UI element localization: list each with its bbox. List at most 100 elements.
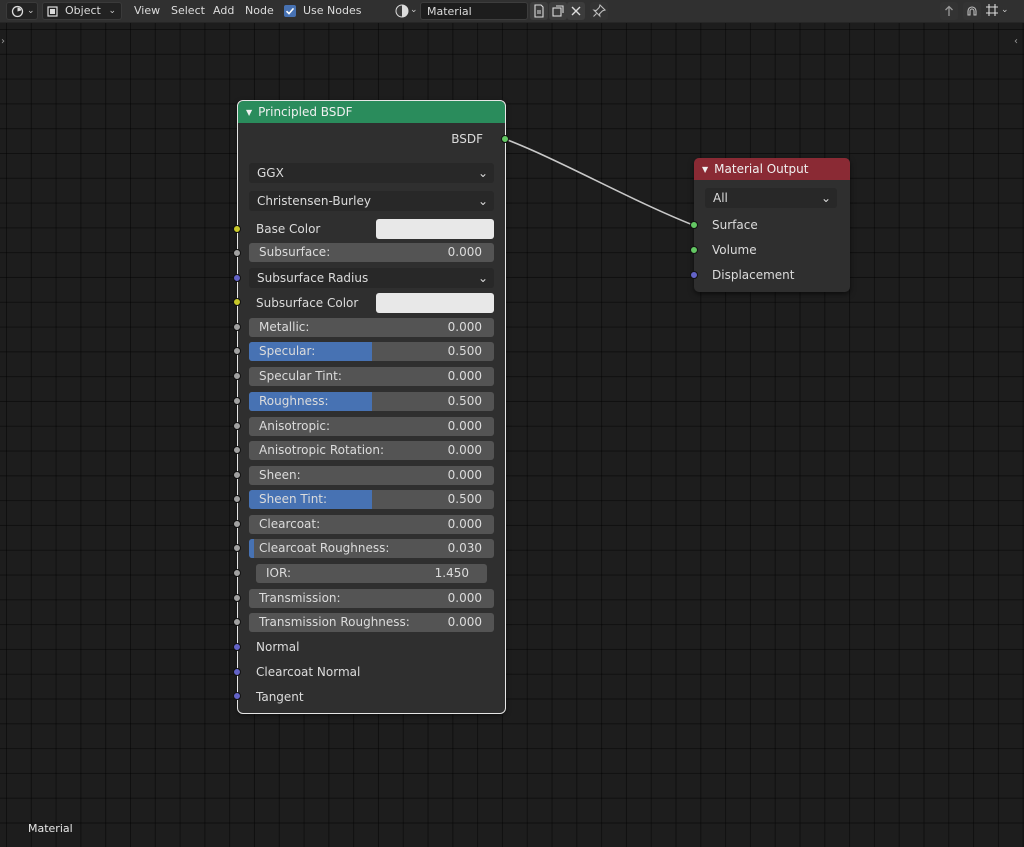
slider-value: 0.000 [447,369,482,383]
surface-input-socket[interactable] [690,221,698,229]
chevron-down-icon: ⌄ [477,194,488,208]
subsurface-color-label: Subsurface Color [256,296,359,310]
chevron-down-icon: ⌄ [410,5,418,15]
base-color-input-socket[interactable] [233,225,241,233]
slider-value: 0.500 [447,344,482,358]
tangent-input-socket[interactable] [233,692,241,700]
slider-transmission-roughness[interactable]: Transmission Roughness: 0.000 [249,613,494,632]
slider-label: Transmission Roughness: [259,615,410,629]
slider-specular-tint[interactable]: Specular Tint: 0.000 [249,367,494,386]
material-output-header[interactable]: ▼ Material Output [694,158,850,180]
slider-value: 1.450 [434,566,469,580]
pin-button[interactable] [590,2,608,20]
sheen-input-socket[interactable] [233,471,241,479]
normal-input-socket[interactable] [233,643,241,651]
bsdf-output-label: BSDF [451,132,483,146]
clearcoat-input-socket[interactable] [233,520,241,528]
slider-clearcoat[interactable]: Clearcoat: 0.000 [249,515,494,534]
material-name-field[interactable]: Material [420,2,528,20]
collapse-triangle-icon[interactable]: ▼ [702,165,708,174]
parent-node-tree-button[interactable] [940,2,958,20]
snap-toggle-button[interactable] [963,2,981,20]
slider-transmission[interactable]: Transmission: 0.000 [249,589,494,608]
slider-metallic[interactable]: Metallic: 0.000 [249,318,494,337]
slider-value: 0.000 [447,615,482,629]
subsurface-color-input-socket[interactable] [233,298,241,306]
menu-select[interactable]: Select [171,0,205,22]
clearcoat-normal-input-socket[interactable] [233,668,241,676]
menu-add[interactable]: Add [213,0,234,22]
base-color-swatch[interactable] [376,219,494,239]
duplicate-material-button[interactable] [549,2,567,20]
slider-value: 0.500 [447,394,482,408]
toolbar-expand-arrow-icon[interactable]: › [1,36,5,47]
chevron-down-icon: ⌄ [27,6,35,16]
bsdf-output-socket[interactable] [501,135,509,143]
slider-label: Transmission: [259,591,341,605]
anisotropic-input-socket[interactable] [233,422,241,430]
use-nodes-checkbox[interactable] [284,5,296,17]
slider-specular[interactable]: Specular: 0.500 [249,342,494,361]
specular-tint-input-socket[interactable] [233,372,241,380]
anisotropic-rotation-input-socket[interactable] [233,446,241,454]
slider-label: Metallic: [259,320,310,334]
checkmark-icon [285,7,295,15]
magnet-icon [967,6,977,16]
slider-sheen-tint[interactable]: Sheen Tint: 0.500 [249,490,494,509]
slider-value: 0.000 [447,591,482,605]
slider-ior[interactable]: IOR: 1.450 [256,564,487,583]
slider-clearcoat-roughness[interactable]: Clearcoat Roughness: 0.030 [249,539,494,558]
volume-input-socket[interactable] [690,246,698,254]
distribution-dropdown[interactable]: GGX ⌄ [249,163,494,183]
menu-view[interactable]: View [134,0,160,22]
slider-anisotropic-rotation[interactable]: Anisotropic Rotation: 0.000 [249,441,494,460]
slider-label: Sheen Tint: [259,492,328,506]
ior-input-socket[interactable] [233,569,241,577]
node-canvas[interactable]: › ‹ [0,23,1024,847]
material-output-node[interactable]: ▼ Material Output All ⌄ Surface Volume Di… [694,158,850,292]
editor-context-label: Material [28,822,73,835]
slider-subsurface[interactable]: Subsurface: 0.000 [249,243,494,262]
clearcoat-normal-input-label: Clearcoat Normal [256,665,361,679]
snap-grid-icon [985,3,999,20]
subsurface-radius-dropdown[interactable]: Subsurface Radius ⌄ [249,268,494,288]
slider-anisotropic[interactable]: Anisotropic: 0.000 [249,417,494,436]
displacement-input-socket[interactable] [690,271,698,279]
principled-bsdf-header[interactable]: ▼ Principled BSDF [238,101,505,123]
roughness-input-socket[interactable] [233,397,241,405]
subsurface-input-socket[interactable] [233,249,241,257]
material-browse-button[interactable]: ⌄ [393,2,419,20]
distribution-value: GGX [257,166,284,180]
slider-value: 0.500 [447,492,482,506]
subsurface-method-dropdown[interactable]: Christensen-Burley ⌄ [249,191,494,211]
slider-label: Subsurface: [259,245,331,259]
editor-type-button[interactable]: ⌄ [6,2,38,20]
snap-mode-select[interactable]: ⌄ [984,2,1012,20]
subsurface-radius-label: Subsurface Radius [257,271,369,285]
principled-bsdf-node[interactable]: ▼ Principled BSDF BSDF GGX ⌄ Christensen-… [237,100,506,714]
output-target-dropdown[interactable]: All ⌄ [705,188,837,208]
chevron-down-icon: ⌄ [820,191,831,205]
transmission-input-socket[interactable] [233,594,241,602]
node-editor-header: ⌄ Object ⌄ View Select Add Node Use Node… [0,0,1024,23]
fake-user-button[interactable] [530,2,548,20]
clearcoat-roughness-input-socket[interactable] [233,544,241,552]
mode-select[interactable]: Object ⌄ [42,2,122,20]
slider-fill [249,539,254,558]
material-output-title: Material Output [714,162,809,176]
transmission-roughness-input-socket[interactable] [233,618,241,626]
subsurface-color-swatch[interactable] [376,293,494,313]
slider-roughness[interactable]: Roughness: 0.500 [249,392,494,411]
sheen-tint-input-socket[interactable] [233,495,241,503]
unlink-material-button[interactable] [567,2,585,20]
object-mode-icon [47,6,58,20]
specular-input-socket[interactable] [233,347,241,355]
slider-sheen[interactable]: Sheen: 0.000 [249,466,494,485]
sidebar-expand-arrow-icon[interactable]: ‹ [1014,36,1018,47]
metallic-input-socket[interactable] [233,323,241,331]
slider-value: 0.030 [447,541,482,555]
collapse-triangle-icon[interactable]: ▼ [246,108,252,117]
displacement-input-label: Displacement [712,268,795,282]
menu-node[interactable]: Node [245,0,274,22]
subsurface-radius-input-socket[interactable] [233,274,241,282]
